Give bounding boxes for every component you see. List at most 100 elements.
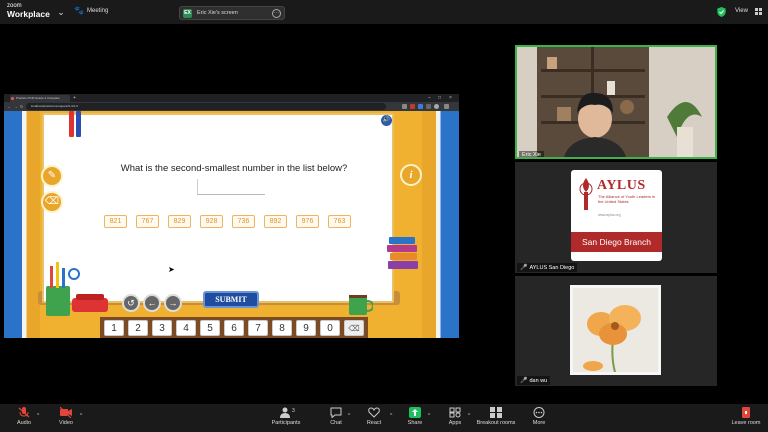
breakout-rooms-icon — [490, 407, 502, 418]
maximize-icon[interactable]: □ — [438, 94, 441, 102]
participant-name: AYLUS San Diego — [529, 264, 575, 271]
key-6[interactable]: 6 — [224, 320, 244, 336]
video-tile-dan[interactable]: 🎤 dan wu — [515, 276, 717, 386]
stationery-icon — [46, 262, 108, 316]
blue-pencil-icon — [76, 111, 81, 137]
books-icon — [387, 237, 418, 269]
shared-screen[interactable]: Practice PCM Grade 4 Unsquare + – □ × ← … — [4, 94, 459, 338]
meeting-menu[interactable]: 🐾 Meeting — [74, 6, 108, 15]
chevron-up-icon[interactable]: ^ — [80, 413, 82, 419]
key-4[interactable]: 4 — [176, 320, 196, 336]
new-tab-icon[interactable]: + — [73, 94, 76, 102]
flower-painting — [570, 285, 661, 375]
sound-icon[interactable]: 🔊 — [381, 115, 392, 126]
forward-icon[interactable]: → — [14, 102, 18, 111]
key-5[interactable]: 5 — [200, 320, 220, 336]
eraser-icon[interactable]: ⌫ — [41, 191, 63, 213]
grid-view-icon[interactable] — [755, 8, 762, 15]
left-arrow-icon[interactable]: ← — [143, 294, 161, 312]
chevron-up-icon[interactable]: ^ — [348, 413, 350, 419]
share-button[interactable]: Share — [403, 407, 427, 426]
zoom-logo: zoom Workplace — [7, 3, 50, 19]
url-field[interactable]: localhost/practice/unsquare/2-4/1-6 — [26, 103, 386, 110]
breakout-label: Breakout rooms — [476, 420, 516, 426]
shield-icon[interactable] — [717, 7, 726, 17]
participants-button[interactable]: Participants — [268, 407, 304, 426]
number-list: 821 767 829 928 736 892 976 763 — [104, 215, 351, 228]
mic-muted-icon: 🎤 — [520, 265, 528, 271]
react-button[interactable]: React — [362, 407, 386, 426]
extension-icon[interactable] — [418, 104, 423, 109]
mouse-cursor-icon: ➤ — [168, 265, 175, 274]
number-keypad: 1 2 3 4 5 6 7 8 9 0 ⌫ — [100, 317, 368, 338]
close-icon[interactable]: × — [449, 94, 452, 102]
chevron-up-icon[interactable]: ^ — [37, 413, 39, 419]
key-2[interactable]: 2 — [128, 320, 148, 336]
screen-share-pill[interactable]: EX Eric Xie's screen ⋯ — [179, 6, 285, 20]
react-label: React — [366, 420, 382, 426]
red-pencil-icon — [69, 111, 74, 137]
math-game: 🔊 ✎ ⌫ i What is the second-smallest numb… — [4, 111, 459, 338]
number-item: 767 — [136, 215, 159, 228]
minimize-icon[interactable]: – — [428, 94, 431, 102]
submit-button[interactable]: SUBMIT — [203, 291, 259, 308]
reload-icon[interactable]: ↻ — [20, 102, 23, 111]
sharer-avatar: EX — [183, 8, 192, 18]
backspace-icon[interactable]: ⌫ — [344, 320, 364, 336]
chevron-down-icon[interactable]: ⌄ — [55, 7, 67, 17]
meeting-label: Meeting — [87, 7, 109, 14]
browser-address-bar: ← → ↻ localhost/practice/unsquare/2-4/1-… — [4, 102, 459, 111]
video-button[interactable]: Video — [54, 407, 78, 426]
key-0[interactable]: 0 — [320, 320, 340, 336]
chevron-up-icon[interactable]: ^ — [428, 413, 430, 419]
participant-name: Eric Xie — [522, 152, 541, 158]
chat-button[interactable]: Chat — [326, 407, 346, 426]
answer-field[interactable] — [197, 179, 265, 195]
key-7[interactable]: 7 — [248, 320, 268, 336]
more-icon — [533, 407, 545, 418]
extension-icon[interactable] — [426, 104, 431, 109]
chat-icon — [330, 407, 342, 418]
flower-image — [573, 288, 658, 372]
chat-label: Chat — [330, 420, 342, 426]
favicon-icon — [11, 97, 14, 100]
chevron-up-icon[interactable]: ^ — [390, 413, 392, 419]
top-bar: zoom Workplace ⌄ 🐾 Meeting EX Eric Xie's… — [0, 0, 768, 24]
menu-icon[interactable] — [444, 104, 449, 109]
leave-room-button[interactable]: Leave room — [729, 407, 763, 426]
key-8[interactable]: 8 — [272, 320, 292, 336]
profile-icon[interactable] — [434, 104, 439, 109]
key-3[interactable]: 3 — [152, 320, 172, 336]
aylus-title: AYLUS — [597, 178, 646, 193]
brand-bottom: Workplace — [7, 9, 50, 19]
more-button[interactable]: More — [528, 407, 550, 426]
participants-count: 3 — [292, 408, 295, 414]
back-icon[interactable]: ← — [7, 102, 11, 111]
participant-name-tag: 🎤 AYLUS San Diego — [517, 263, 578, 272]
left-border-stripes — [4, 111, 40, 338]
video-tile-eric[interactable]: Eric Xie — [515, 45, 717, 159]
view-button[interactable]: View — [735, 8, 748, 14]
key-9[interactable]: 9 — [296, 320, 316, 336]
more-label: More — [532, 420, 546, 426]
key-1[interactable]: 1 — [104, 320, 124, 336]
video-tile-aylus[interactable]: AYLUS The Alliance of Youth Leaders in t… — [515, 162, 717, 273]
aylus-subtitle: The Alliance of Youth Leaders in the Uni… — [598, 194, 656, 204]
aylus-logo-card: AYLUS The Alliance of Youth Leaders in t… — [571, 170, 662, 261]
audio-button[interactable]: Audio — [12, 407, 36, 426]
chevron-up-icon[interactable]: ^ — [468, 413, 470, 419]
browser-tab[interactable]: Practice PCM Grade 4 Unsquare — [10, 95, 70, 102]
extension-icon[interactable] — [410, 104, 415, 109]
share-icon — [409, 407, 421, 418]
right-arrow-icon[interactable]: → — [164, 294, 182, 312]
breakout-rooms-button[interactable]: Breakout rooms — [475, 407, 517, 426]
participant-name: dan wu — [529, 377, 548, 384]
browser-tab-bar: Practice PCM Grade 4 Unsquare + – □ × — [4, 94, 459, 102]
heart-icon — [368, 407, 380, 418]
number-item: 976 — [296, 215, 319, 228]
more-options-icon[interactable]: ⋯ — [272, 9, 281, 18]
extension-icon[interactable] — [402, 104, 407, 109]
apps-button[interactable]: Apps — [443, 407, 467, 426]
mic-muted-icon — [18, 407, 30, 418]
undo-icon[interactable]: ↺ — [122, 294, 140, 312]
